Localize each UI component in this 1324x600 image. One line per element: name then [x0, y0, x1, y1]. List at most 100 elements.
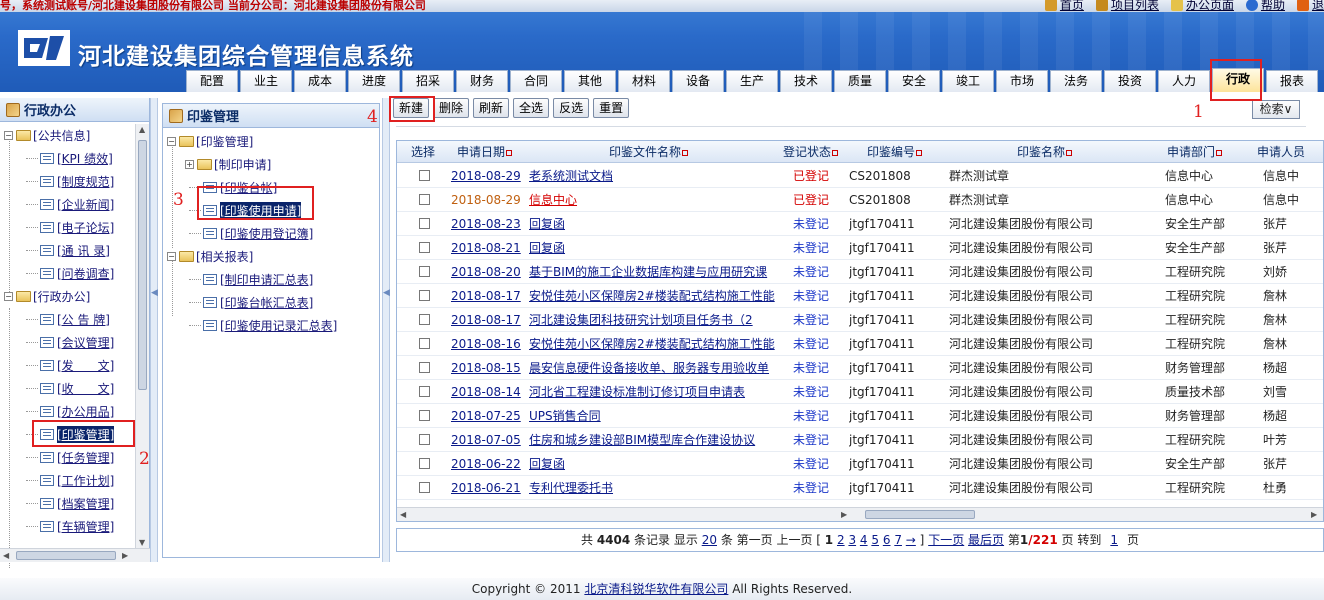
header-date[interactable]: 申请日期	[457, 141, 513, 163]
tree-item-archives[interactable]: [档案管理]	[4, 492, 149, 515]
top-link-home[interactable]: 首页	[1044, 0, 1084, 13]
left-pane-hscroll[interactable]: ◀ ▶	[0, 548, 150, 562]
cell-file-name[interactable]: 基于BIM的施工企业数据库构建与应用研究课	[529, 260, 779, 284]
tab-owner[interactable]: 业主	[240, 70, 292, 92]
table-row[interactable]: 2018-08-17 河北建设集团科技研究计划项目任务书（2 未登记 jtgf1704…	[397, 308, 1323, 332]
tree-group-public-info[interactable]: − [公共信息]	[4, 124, 149, 147]
tab-equipment[interactable]: 设备	[672, 70, 724, 92]
table-row[interactable]: 2018-08-15 晨安信息硬件设备接收单、服务器专用验收单 未登记 jtgf170…	[397, 356, 1323, 380]
tab-contract[interactable]: 合同	[510, 70, 562, 92]
tree-item-meetings[interactable]: [会议管理]	[4, 331, 149, 354]
header-seal-code[interactable]: 印鉴编号	[867, 141, 923, 163]
collapse-left-icon[interactable]: ◀	[383, 288, 390, 298]
cell-file-name[interactable]: 回复函	[529, 212, 779, 236]
tab-legal[interactable]: 法务	[1050, 70, 1102, 92]
scroll-thumb[interactable]	[16, 551, 116, 560]
tree-item-report-usage[interactable]: [印鉴使用记录汇总表]	[167, 314, 379, 337]
tab-reports[interactable]: 报表	[1266, 70, 1318, 92]
expand-icon[interactable]: +	[185, 160, 194, 169]
tree-item-work-plan[interactable]: [工作计划]	[4, 469, 149, 492]
collapse-icon[interactable]: −	[167, 252, 176, 261]
cell-file-name[interactable]: 河北建设集团科技研究计划项目任务书（2	[529, 308, 779, 332]
row-checkbox[interactable]	[419, 314, 430, 325]
scroll-down-icon[interactable]: ▼	[139, 538, 145, 547]
tree-item-outgoing-docs[interactable]: [发 文]	[4, 354, 149, 377]
table-row[interactable]: 2018-08-23 回复函 未登记 jtgf170411 河北建设集团股份有限公司 安全…	[397, 212, 1323, 236]
tree-item-report-application[interactable]: [制印申请汇总表]	[167, 268, 379, 291]
tree-item-tasks[interactable]: [任务管理]	[4, 446, 149, 469]
collapse-left-icon[interactable]: ◀	[151, 288, 158, 298]
tree-group-seal-application[interactable]: + [制印申请]	[167, 153, 379, 176]
last-page-link[interactable]: 最后页	[968, 533, 1004, 547]
select-all-button[interactable]: 全选	[513, 98, 550, 118]
tab-progress[interactable]: 进度	[348, 70, 400, 92]
tree-item-forum[interactable]: [电子论坛]	[4, 216, 149, 239]
tree-item-news[interactable]: [企业新闻]	[4, 193, 149, 216]
middle-pane-collapser[interactable]: ◀	[382, 98, 390, 562]
table-row[interactable]: 2018-08-20 基于BIM的施工企业数据库构建与应用研究课 未登记 jtgf17…	[397, 260, 1323, 284]
delete-button[interactable]: 删除	[433, 98, 470, 118]
tree-group-seal-management[interactable]: − [印鉴管理]	[167, 130, 379, 153]
row-checkbox[interactable]	[419, 482, 430, 493]
collapse-icon[interactable]: −	[4, 292, 13, 301]
table-row[interactable]: 2018-06-21 专利代理委托书 未登记 jtgf170411 河北建设集团股份有限…	[397, 476, 1323, 500]
goto-page-input[interactable]: 1	[1105, 529, 1123, 551]
scroll-left-icon[interactable]: ◀	[400, 510, 406, 519]
row-checkbox[interactable]	[419, 434, 430, 445]
tab-config[interactable]: 配置	[186, 70, 238, 92]
page-link-3[interactable]: 3	[848, 533, 856, 547]
tree-item-regulations[interactable]: [制度规范]	[4, 170, 149, 193]
tab-hr[interactable]: 人力	[1158, 70, 1210, 92]
page-link-4[interactable]: 4	[860, 533, 868, 547]
tree-item-report-ledger[interactable]: [印鉴台帐汇总表]	[167, 291, 379, 314]
page-size-link[interactable]: 20	[702, 533, 717, 547]
tree-group-admin-office[interactable]: − [行政办公]	[4, 285, 149, 308]
tab-safety[interactable]: 安全	[888, 70, 940, 92]
page-link-2[interactable]: 2	[837, 533, 845, 547]
header-status[interactable]: 登记状态	[783, 141, 839, 163]
cell-file-name[interactable]: 信息中心	[529, 188, 779, 212]
tree-item-kpi[interactable]: [KPI 绩效]	[4, 147, 149, 170]
header-applicant[interactable]: 申请人员	[1257, 141, 1305, 163]
row-checkbox[interactable]	[419, 386, 430, 397]
cell-file-name[interactable]: 专利代理委托书	[529, 476, 779, 500]
tab-other[interactable]: 其他	[564, 70, 616, 92]
scroll-right-icon[interactable]: ▶	[1311, 510, 1317, 519]
page-link-5[interactable]: 5	[871, 533, 879, 547]
tab-cost[interactable]: 成本	[294, 70, 346, 92]
table-row[interactable]: 2018-07-25 UPS销售合同 未登记 jtgf170411 河北建设集团股份有限…	[397, 404, 1323, 428]
table-row[interactable]: 2018-08-29 老系统测试文档 已登记 CS201808 群杰测试章 信息中心 信息中	[397, 164, 1323, 188]
tab-market[interactable]: 市场	[996, 70, 1048, 92]
left-pane-collapser[interactable]: ◀	[150, 98, 158, 562]
table-row[interactable]: 2018-07-05 住房和城乡建设部BIM模型库合作建设协议 未登记 jtgf170…	[397, 428, 1323, 452]
header-file-name[interactable]: 印鉴文件名称	[609, 141, 689, 163]
cell-file-name[interactable]: 老系统测试文档	[529, 164, 779, 188]
tab-completion[interactable]: 竣工	[942, 70, 994, 92]
tab-investment[interactable]: 投资	[1104, 70, 1156, 92]
cell-file-name[interactable]: 河北省工程建设标准制订修订项目申请表	[529, 380, 779, 404]
page-link-6[interactable]: 6	[883, 533, 891, 547]
top-link-exit[interactable]: 退	[1296, 0, 1324, 13]
table-row[interactable]: 2018-08-16 安悦佳苑小区保障房2#楼装配式结构施工性能 未登记 jtgf17…	[397, 332, 1323, 356]
row-checkbox[interactable]	[419, 170, 430, 181]
tab-quality[interactable]: 质量	[834, 70, 886, 92]
tab-material[interactable]: 材料	[618, 70, 670, 92]
reset-button[interactable]: 重置	[593, 98, 630, 118]
next-page-link[interactable]: 下一页	[928, 533, 964, 547]
top-link-office[interactable]: 办公页面	[1170, 0, 1234, 13]
tree-item-bulletin[interactable]: [公 告 牌]	[4, 308, 149, 331]
collapse-icon[interactable]: −	[167, 137, 176, 146]
header-seal-name[interactable]: 印鉴名称	[1017, 141, 1073, 163]
cell-file-name[interactable]: 安悦佳苑小区保障房2#楼装配式结构施工性能	[529, 284, 779, 308]
scroll-right-icon[interactable]: ▶	[841, 510, 847, 519]
table-row[interactable]: 2018-08-17 安悦佳苑小区保障房2#楼装配式结构施工性能 未登记 jtgf17…	[397, 284, 1323, 308]
cell-file-name[interactable]: 晨安信息硬件设备接收单、服务器专用验收单	[529, 356, 779, 380]
page-link-7[interactable]: 7	[894, 533, 902, 547]
row-checkbox[interactable]	[419, 266, 430, 277]
row-checkbox[interactable]	[419, 458, 430, 469]
refresh-button[interactable]: 刷新	[473, 98, 510, 118]
company-link[interactable]: 北京清科锐华软件有限公司	[584, 582, 728, 596]
left-pane-vscroll[interactable]: ▲ ▼	[135, 124, 149, 548]
scroll-up-icon[interactable]: ▲	[139, 125, 145, 134]
tab-production[interactable]: 生产	[726, 70, 778, 92]
